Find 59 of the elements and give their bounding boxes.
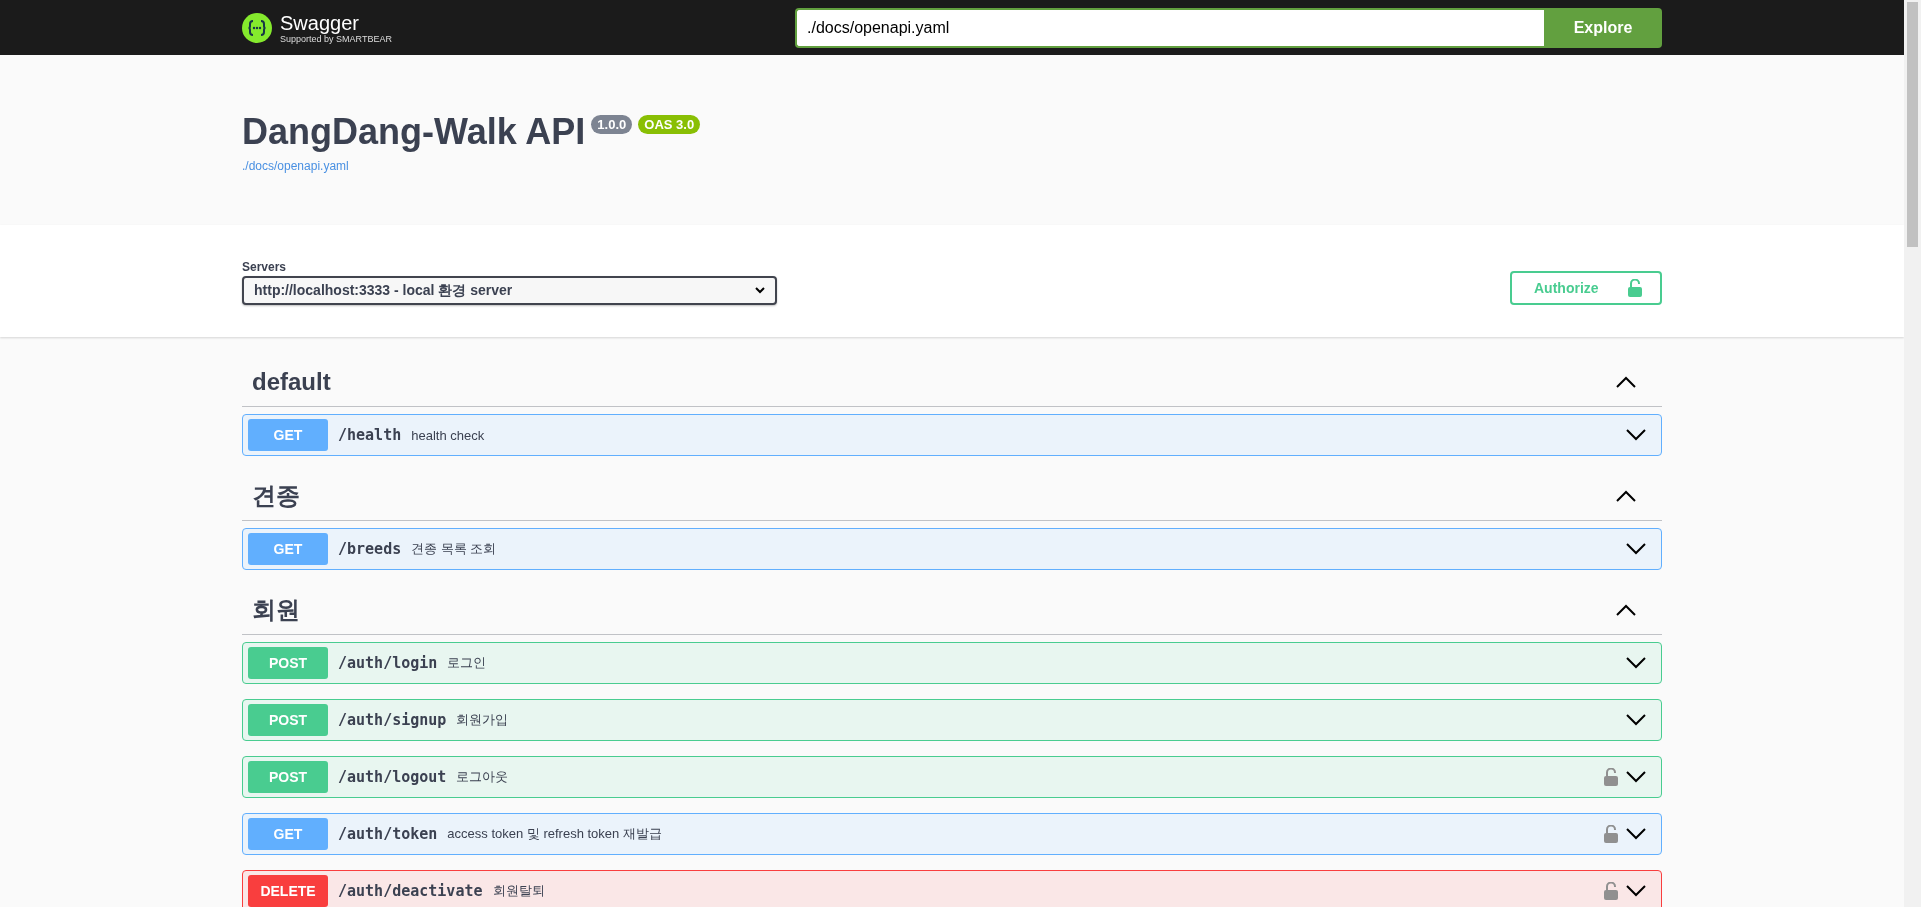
swagger-logo-icon — [242, 12, 272, 43]
tag-header[interactable]: 회원 — [242, 585, 1662, 635]
operation-path: /auth/signup — [338, 711, 447, 729]
api-title: DangDang-Walk API — [242, 111, 586, 153]
operation-summary: health check — [411, 427, 486, 443]
chevron-down-icon[interactable] — [1626, 543, 1646, 555]
lock-icon — [1628, 279, 1642, 297]
chevron-up-icon[interactable] — [1616, 375, 1636, 388]
operation-summary: 로그인 — [447, 654, 488, 672]
tag-name: 견종 — [252, 480, 300, 511]
operation-summary: access token 및 refresh token 재발급 — [447, 825, 663, 843]
version-badge: 1.0.0 — [591, 115, 633, 134]
lock-icon — [1604, 768, 1618, 786]
tag-header[interactable]: default — [242, 357, 1662, 407]
operation-summary: 견종 목록 조회 — [411, 540, 498, 558]
caret-icon — [755, 287, 765, 294]
method-badge: POST — [248, 761, 328, 793]
operation-path: /auth/deactivate — [338, 882, 483, 900]
operation-row[interactable]: POST /auth/signup 회원가입 — [242, 699, 1662, 741]
chevron-down-icon[interactable] — [1626, 771, 1646, 783]
chevron-down-icon[interactable] — [1626, 885, 1646, 897]
operation-path: /auth/logout — [338, 768, 447, 786]
operation-summary: 회원가입 — [456, 711, 510, 729]
tag-header[interactable]: 견종 — [242, 471, 1662, 521]
lock-icon — [1604, 882, 1618, 900]
server-select[interactable]: http://localhost:3333 - local 환경 server — [242, 276, 777, 305]
chevron-down-icon[interactable] — [1626, 429, 1646, 441]
chevron-up-icon[interactable] — [1616, 603, 1636, 616]
method-badge: GET — [248, 818, 328, 850]
operation-path: /health — [338, 426, 402, 444]
operation-row[interactable]: GET /auth/token access token 및 refresh token 재발급 — [242, 813, 1662, 855]
method-badge: POST — [248, 704, 328, 736]
oas-badge: OAS 3.0 — [638, 115, 701, 134]
brand-name: Swagger — [280, 11, 360, 34]
operation-row[interactable]: GET /breeds 견종 목록 조회 — [242, 528, 1662, 570]
operation-summary: 로그아웃 — [456, 768, 510, 786]
operation-path: /auth/token — [338, 825, 438, 843]
chevron-down-icon[interactable] — [1626, 657, 1646, 669]
operation-path: /auth/login — [338, 654, 438, 672]
chevron-down-icon[interactable] — [1626, 714, 1646, 726]
url-field[interactable]: ./docs/openapi.yaml — [795, 7, 1544, 48]
tag-name: default — [252, 367, 331, 396]
operation-row[interactable]: POST /auth/logout 로그아웃 — [242, 756, 1662, 798]
operation-row[interactable]: DELETE /auth/deactivate 회원탈퇴 — [242, 870, 1662, 907]
method-badge: GET — [248, 533, 328, 565]
method-badge: DELETE — [248, 875, 328, 907]
operation-row[interactable]: POST /auth/login 로그인 — [242, 642, 1662, 684]
scrollbar[interactable] — [1904, 0, 1921, 907]
method-badge: POST — [248, 647, 328, 679]
brand-tagline: Supported by SMARTBEAR — [280, 33, 392, 44]
operation-path: /breeds — [338, 540, 402, 558]
operation-summary: 회원탈퇴 — [492, 882, 546, 900]
operation-row[interactable]: GET /health health check — [242, 414, 1662, 456]
method-badge: GET — [248, 419, 328, 451]
chevron-up-icon[interactable] — [1616, 489, 1636, 502]
servers-label: Servers — [242, 260, 288, 274]
tag-name: 회원 — [252, 594, 300, 625]
chevron-down-icon[interactable] — [1626, 828, 1646, 840]
lock-icon — [1604, 825, 1618, 843]
